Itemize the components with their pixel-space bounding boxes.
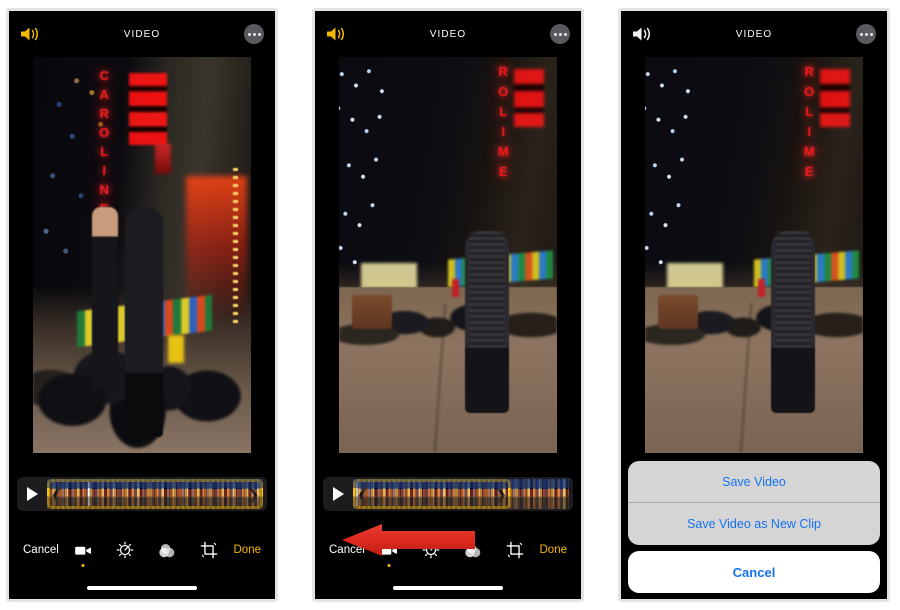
edit-toolbar-1: Cancel Done [9,523,275,577]
phone-panel-1: VIDEO CAROLINE [6,8,278,602]
trim-handle-left[interactable]: ❮ [50,488,63,501]
timeline-area-1: ❮ ❯ [9,465,275,523]
done-button[interactable]: Done [234,544,262,556]
trim-track-1[interactable]: ❮ ❯ [17,477,267,511]
annotation-arrow-left [342,524,475,556]
iphone-screen-2: VIDEO ROLIME ❮ ❯ Cancel Done [315,11,581,599]
neon-vertical-sign: ROLIME [803,63,815,179]
video-frame-1: CAROLINE [33,57,251,453]
trim-selection-2[interactable]: ❮ ❯ [353,479,511,509]
speaker-wave-icon[interactable] [20,26,42,42]
timeline-area-2: ❮ ❯ [315,465,581,523]
pedestrian-figure-foreground [771,231,816,414]
filmstrip-2[interactable]: ❮ ❯ [353,479,569,509]
trim-track-2[interactable]: ❮ ❯ [323,477,573,511]
action-sheet-options: Save Video Save Video as New Clip [628,461,880,545]
pedestrian-figure-foreground [124,207,163,438]
nav-title-2: VIDEO [429,28,467,40]
done-button[interactable]: Done [540,544,568,556]
trim-handle-right[interactable]: ❯ [495,488,508,501]
home-indicator[interactable] [393,586,503,590]
phone-panel-3: VIDEO ROLIME Save Video Save Video as Ne… [618,8,890,602]
video-camera-icon[interactable] [73,540,93,567]
save-video-as-new-clip-option[interactable]: Save Video as New Clip [628,503,880,545]
selected-indicator-dot [387,564,391,567]
iphone-screen-1: VIDEO CAROLINE [9,11,275,599]
playhead-1[interactable] [88,482,91,506]
ellipsis-icon[interactable] [550,24,570,44]
trim-selection-1[interactable]: ❮ ❯ [47,479,263,509]
trim-handle-left[interactable]: ❮ [356,488,369,501]
neon-red-block [819,68,850,127]
street-crowd [645,274,863,394]
neon-red-block [513,68,544,127]
selected-indicator-dot [81,564,85,567]
video-frame-3: ROLIME [645,57,863,453]
video-preview-2[interactable]: ROLIME [315,57,581,465]
action-sheet-cancel-button[interactable]: Cancel [628,551,880,593]
auto-enhance-icon[interactable] [115,540,135,560]
ellipsis-icon[interactable] [244,24,264,44]
filmstrip-1[interactable]: ❮ ❯ [47,479,263,509]
crop-icon[interactable] [199,540,219,560]
home-indicator-area-1 [9,577,275,599]
action-sheet: Save Video Save Video as New Clip Cancel [621,461,887,599]
screenshot-canvas: VIDEO CAROLINE [0,0,900,610]
nav-title-1: VIDEO [123,28,161,40]
play-icon[interactable] [323,487,353,501]
neon-red-block-small [155,144,172,175]
ellipsis-icon[interactable] [856,24,876,44]
crop-icon[interactable] [505,540,525,560]
neon-red-block [128,72,167,145]
nav-title-3: VIDEO [735,28,773,40]
play-icon[interactable] [17,487,47,501]
nav-bar-1: VIDEO [9,11,275,57]
video-preview-1[interactable]: CAROLINE [9,57,275,465]
edit-tools-1 [73,540,219,567]
filters-icon[interactable] [157,540,177,560]
phone-panel-2: VIDEO ROLIME ❮ ❯ Cancel Done [312,8,584,602]
red-scarf [452,278,460,297]
speaker-wave-icon[interactable] [632,26,654,42]
neon-vertical-sign: CAROLINE [99,67,110,215]
pedestrian-figure-foreground [465,231,510,414]
playhead-2[interactable] [356,482,359,506]
nav-bar-3: VIDEO [621,11,887,57]
iphone-screen-3: VIDEO ROLIME Save Video Save Video as Ne… [621,11,887,599]
cancel-button[interactable]: Cancel [23,544,59,556]
home-indicator[interactable] [87,586,197,590]
video-frame-2: ROLIME [339,57,557,453]
suitcase-object [352,294,393,329]
suitcase-object [658,294,699,329]
speaker-wave-icon[interactable] [326,26,348,42]
home-indicator-area-2 [315,577,581,599]
street-crowd [339,274,557,394]
neon-vertical-sign: ROLIME [497,63,509,179]
nav-bar-2: VIDEO [315,11,581,57]
trim-handle-right[interactable]: ❯ [247,488,260,501]
red-scarf [758,278,766,297]
pedestrian-figure [91,207,118,390]
save-video-option[interactable]: Save Video [628,461,880,503]
